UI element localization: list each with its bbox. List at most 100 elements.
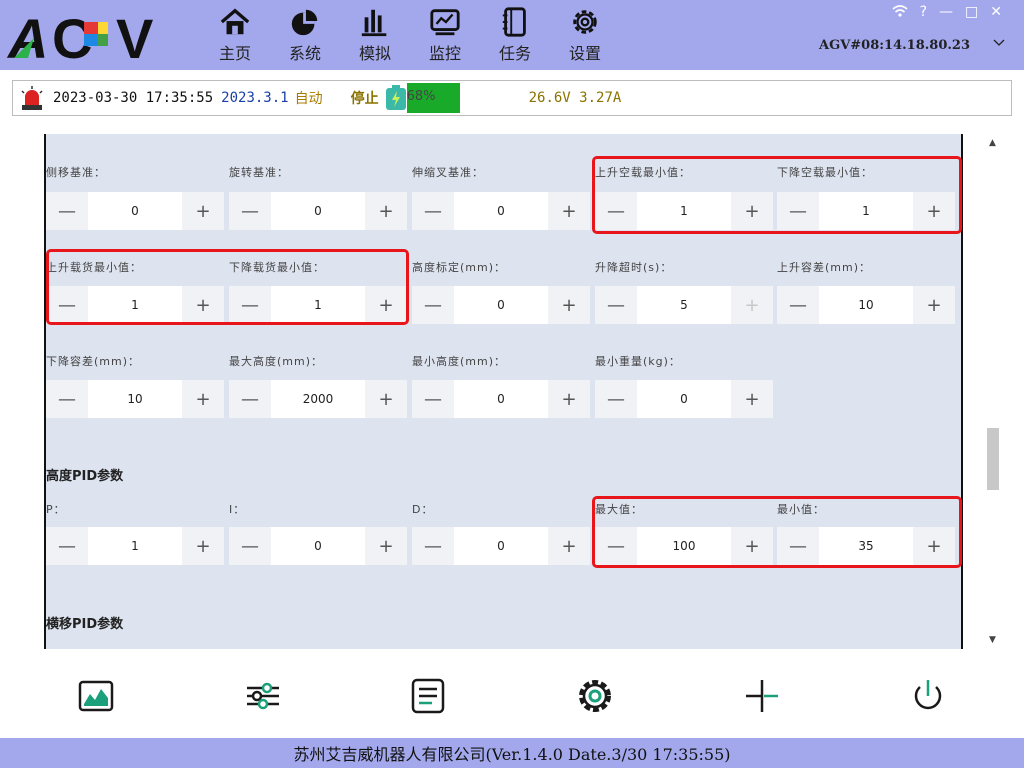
- highlight-box: [46, 249, 409, 325]
- window-controls: ? — □ ✕: [892, 4, 1002, 20]
- agv-logo: A C V: [6, 8, 153, 64]
- battery-charging-icon: [385, 85, 406, 110]
- param-stepper: —1 +: [46, 527, 224, 565]
- nav-home[interactable]: 主页: [200, 6, 270, 64]
- decrement-button[interactable]: —: [229, 380, 271, 418]
- nav-simulate[interactable]: 模拟: [340, 6, 410, 64]
- param-value-input[interactable]: 0: [271, 527, 365, 565]
- increment-button[interactable]: +: [182, 380, 224, 418]
- param-value-input[interactable]: 5: [637, 286, 731, 324]
- param-stepper: —0 +: [412, 380, 590, 418]
- battery-percent: 68%: [406, 89, 436, 104]
- increment-button[interactable]: +: [548, 192, 590, 230]
- decrement-button[interactable]: —: [595, 286, 637, 324]
- home-icon: [220, 8, 250, 35]
- chevron-down-icon[interactable]: [992, 36, 1006, 50]
- footer-bar: 苏州艾吉威机器人有限公司(Ver.1.4.0 Date.3/30 17:35:5…: [0, 738, 1024, 768]
- status-bar: 2023-03-30 17:35:55 2023.3.1 自动 停止 68% 2…: [12, 80, 1012, 116]
- param-value-input[interactable]: 0: [88, 192, 182, 230]
- increment-button[interactable]: +: [731, 380, 773, 418]
- height-pid-title: 高度PID参数: [46, 469, 124, 484]
- bottom-toolbar: [0, 660, 1024, 736]
- param-value-input[interactable]: 0: [454, 380, 548, 418]
- add-cross-button[interactable]: [742, 676, 782, 716]
- nav-system[interactable]: 系统: [270, 6, 340, 64]
- app-window: A C V 主页 系统 模拟 监控 任务 设置 ? — □ ✕ AGV#08:1…: [0, 0, 1024, 768]
- decrement-button[interactable]: —: [777, 286, 819, 324]
- increment-button[interactable]: +: [365, 380, 407, 418]
- decrement-button[interactable]: —: [412, 286, 454, 324]
- decrement-button[interactable]: —: [229, 192, 271, 230]
- increment-button[interactable]: +: [548, 527, 590, 565]
- param-value-input[interactable]: 10: [819, 286, 913, 324]
- company-version-text: 苏州艾吉威机器人有限公司(Ver.1.4.0 Date.3/30 17:35:5…: [293, 745, 731, 764]
- lateral-pid-title: 横移PID参数: [46, 617, 124, 632]
- increment-button[interactable]: +: [548, 380, 590, 418]
- param-label: 最小高度(mm)：: [412, 355, 507, 368]
- param-label: 下降容差(mm)：: [46, 355, 141, 368]
- param-label: P：: [46, 503, 66, 516]
- nav-home-label: 主页: [218, 44, 251, 63]
- increment-button[interactable]: +: [365, 527, 407, 565]
- scroll-down-arrow[interactable]: ▼: [989, 635, 996, 645]
- param-label: 侧移基准：: [46, 166, 106, 179]
- decrement-button[interactable]: —: [412, 380, 454, 418]
- crosshair-plus-icon: [746, 680, 778, 712]
- param-value-input[interactable]: 10: [88, 380, 182, 418]
- decrement-button[interactable]: —: [595, 380, 637, 418]
- param-value-input[interactable]: 2000: [271, 380, 365, 418]
- bar-chart-icon: [361, 9, 387, 37]
- task-list-button[interactable]: [408, 676, 448, 716]
- param-value-input[interactable]: 0: [271, 192, 365, 230]
- monitor-chart-button[interactable]: [76, 676, 116, 716]
- decrement-button[interactable]: —: [46, 527, 88, 565]
- param-stepper: —0 +: [412, 527, 590, 565]
- decrement-button[interactable]: —: [46, 380, 88, 418]
- agv-address: AGV#08:14.18.80.23: [819, 38, 970, 53]
- param-stepper: —0 +: [412, 286, 590, 324]
- notebook-icon: [502, 7, 526, 37]
- param-label: 升降超时(s)：: [595, 261, 673, 274]
- settings-gear-button[interactable]: [575, 676, 615, 716]
- increment-button[interactable]: +: [913, 286, 955, 324]
- help-button[interactable]: ?: [920, 4, 927, 20]
- param-label: D：: [412, 503, 434, 516]
- nav-simulate-label: 模拟: [358, 44, 391, 63]
- param-label: 伸缩叉基准：: [412, 166, 484, 179]
- nav-settings[interactable]: 设置: [550, 6, 620, 64]
- increment-button[interactable]: +: [548, 286, 590, 324]
- power-button[interactable]: [908, 676, 948, 716]
- param-label: 旋转基准：: [229, 166, 289, 179]
- nav-tasks-label: 任务: [498, 44, 531, 63]
- increment-button[interactable]: +: [182, 527, 224, 565]
- vertical-scrollbar[interactable]: ▲ ▼: [985, 134, 1001, 649]
- param-stepper: —10 +: [777, 286, 955, 324]
- main-nav: 主页 系统 模拟 监控 任务 设置: [200, 6, 620, 64]
- increment-button[interactable]: +: [182, 192, 224, 230]
- nav-settings-label: 设置: [568, 44, 601, 63]
- increment-button[interactable]: +: [731, 286, 773, 324]
- minimize-button[interactable]: —: [939, 4, 953, 20]
- sliders-icon: [247, 682, 279, 710]
- chart-window-icon: [78, 680, 114, 712]
- param-value-input[interactable]: 1: [88, 527, 182, 565]
- decrement-button[interactable]: —: [46, 192, 88, 230]
- param-label: 高度标定(mm)：: [412, 261, 507, 274]
- param-label: I：: [229, 503, 246, 516]
- close-button[interactable]: ✕: [990, 4, 1002, 20]
- decrement-button[interactable]: —: [412, 527, 454, 565]
- nav-monitor[interactable]: 监控: [410, 6, 480, 64]
- param-value-input[interactable]: 0: [454, 286, 548, 324]
- adjust-sliders-button[interactable]: [243, 676, 283, 716]
- increment-button[interactable]: +: [365, 192, 407, 230]
- decrement-button[interactable]: —: [412, 192, 454, 230]
- param-value-input[interactable]: 0: [454, 192, 548, 230]
- scroll-up-arrow[interactable]: ▲: [989, 138, 996, 148]
- param-value-input[interactable]: 0: [454, 527, 548, 565]
- nav-tasks[interactable]: 任务: [480, 6, 550, 64]
- power-icon: [914, 680, 942, 710]
- param-value-input[interactable]: 0: [637, 380, 731, 418]
- maximize-button[interactable]: □: [965, 4, 978, 20]
- scroll-thumb[interactable]: [987, 428, 999, 490]
- decrement-button[interactable]: —: [229, 527, 271, 565]
